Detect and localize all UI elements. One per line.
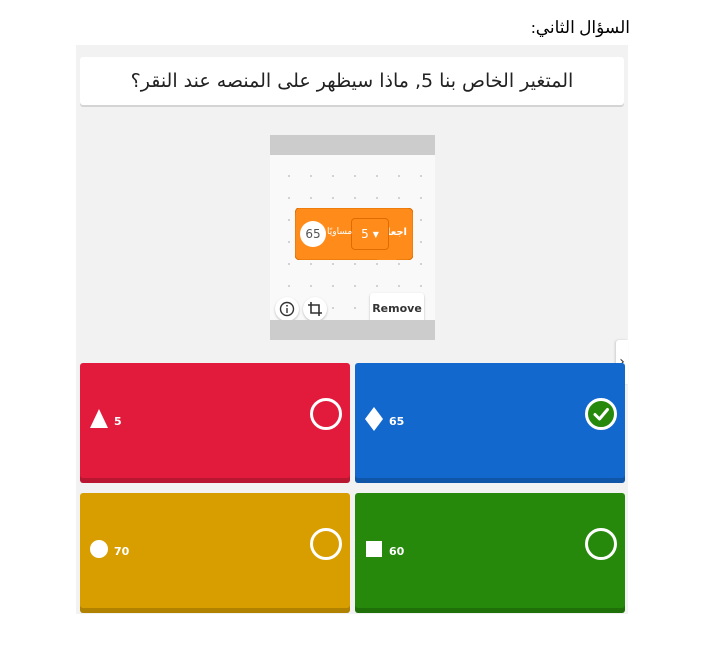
set-variable-block: اجعل 5 ▼ مساويًا 65 — [295, 208, 413, 260]
answer-option-2[interactable]: 65 — [355, 363, 625, 483]
answer-option-4[interactable]: 60 — [355, 493, 625, 613]
media-top-bar — [270, 135, 435, 155]
media-bottom-bar — [270, 320, 435, 340]
question-image: اجعل 5 ▼ مساويًا 65 Remove — [270, 135, 435, 340]
answer-checkbox[interactable] — [310, 398, 342, 430]
diamond-icon — [365, 407, 383, 431]
variable-dropdown-value: 5 — [361, 227, 369, 241]
crop-icon — [303, 297, 327, 321]
answer-option-1[interactable]: 5 — [80, 363, 350, 483]
answer-label: 65 — [389, 415, 405, 428]
quiz-panel: المتغير الخاص بنا 5, ماذا سيظهر على المن… — [76, 45, 628, 614]
variable-dropdown: 5 ▼ — [351, 218, 389, 250]
question-card: المتغير الخاص بنا 5, ماذا سيظهر على المن… — [80, 57, 624, 105]
answer-checkbox[interactable] — [585, 528, 617, 560]
circle-icon — [90, 540, 108, 558]
answer-label: 70 — [114, 545, 130, 558]
square-icon — [366, 541, 382, 557]
block-value-input: 65 — [300, 221, 326, 247]
answer-checkbox-correct[interactable] — [585, 398, 617, 430]
dropdown-arrow-icon: ▼ — [372, 229, 379, 239]
answer-option-3[interactable]: 70 — [80, 493, 350, 613]
triangle-icon — [90, 409, 108, 428]
answer-label: 60 — [389, 545, 405, 558]
answer-label: 5 — [114, 415, 122, 428]
info-icon — [275, 297, 299, 321]
checkmark-icon — [593, 408, 609, 421]
block-label-equals: مساويًا — [327, 227, 353, 237]
remove-button: Remove — [370, 293, 424, 323]
section-heading: السؤال الثاني: — [530, 18, 630, 37]
answer-checkbox[interactable] — [310, 528, 342, 560]
question-text: المتغير الخاص بنا 5, ماذا سيظهر على المن… — [130, 70, 574, 92]
